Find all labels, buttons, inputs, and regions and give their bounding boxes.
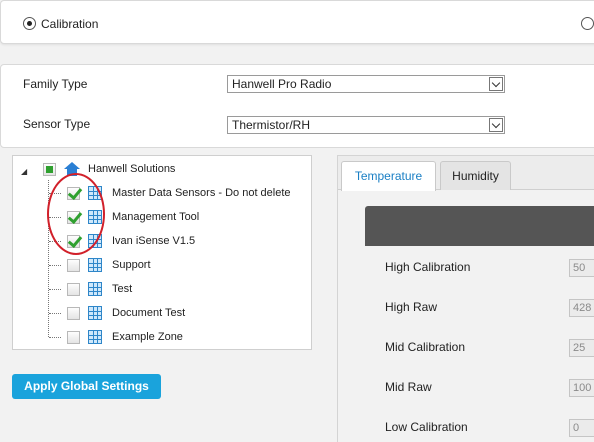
tree-item[interactable]: Support	[67, 256, 151, 274]
tree-root-item[interactable]: Hanwell Solutions	[43, 160, 175, 178]
calibration-page: Calibration Family Type Hanwell Pro Radi…	[0, 0, 594, 442]
tree-item[interactable]: Test	[67, 280, 132, 298]
sensor-type-select[interactable]: Thermistor/RH	[227, 116, 505, 134]
tree-item-label: Example Zone	[112, 331, 183, 343]
tree-item-label: Master Data Sensors - Do not delete	[112, 187, 291, 199]
chevron-down-icon[interactable]	[489, 77, 503, 91]
mid-calibration-label: Mid Calibration	[385, 340, 466, 354]
tree-item-label: Support	[112, 259, 151, 271]
root-checkbox[interactable]	[43, 162, 56, 176]
high-calibration-label: High Calibration	[385, 260, 471, 274]
family-type-select[interactable]: Hanwell Pro Radio	[227, 75, 505, 93]
calibration-radio-label[interactable]: Calibration	[41, 17, 98, 31]
annotation-circle	[47, 173, 105, 255]
tree-item[interactable]: Example Zone	[67, 328, 183, 346]
collapse-toggle-icon[interactable]: ◢	[21, 167, 27, 176]
item-checkbox[interactable]	[67, 282, 80, 296]
calibration-header-bar	[365, 206, 594, 246]
zone-grid-icon	[88, 330, 102, 344]
high-calibration-input[interactable]: 50	[569, 259, 594, 277]
tree-item-label: Management Tool	[112, 211, 200, 223]
item-checkbox[interactable]	[67, 258, 80, 272]
tree-item[interactable]: Document Test	[67, 304, 185, 322]
tree-item-label: Ivan iSense V1.5	[112, 235, 196, 247]
mid-raw-label: Mid Raw	[385, 380, 432, 394]
item-checkbox[interactable]	[67, 306, 80, 320]
sensor-type-value: Thermistor/RH	[232, 118, 311, 132]
calibration-panel: Temperature Humidity High Calibration 50…	[337, 155, 594, 442]
high-raw-input[interactable]: 428	[569, 299, 594, 317]
tree-root-label: Hanwell Solutions	[88, 163, 176, 175]
zone-grid-icon	[88, 258, 102, 272]
zone-grid-icon	[88, 306, 102, 320]
tree-item-label: Document Test	[112, 307, 186, 319]
family-type-value: Hanwell Pro Radio	[232, 77, 332, 91]
low-calibration-input[interactable]: 0	[569, 419, 594, 437]
mid-calibration-input[interactable]: 25	[569, 339, 594, 357]
mode-radio-bar: Calibration	[0, 0, 594, 44]
sensor-type-label: Sensor Type	[23, 117, 91, 131]
other-mode-radio[interactable]	[581, 17, 594, 30]
tab-temperature[interactable]: Temperature	[341, 161, 436, 191]
apply-global-settings-button[interactable]: Apply Global Settings	[12, 374, 161, 399]
mid-raw-input[interactable]: 100	[569, 379, 594, 397]
item-checkbox[interactable]	[67, 330, 80, 344]
tab-humidity[interactable]: Humidity	[440, 161, 511, 190]
zone-grid-icon	[88, 282, 102, 296]
type-select-panel: Family Type Hanwell Pro Radio Sensor Typ…	[0, 64, 594, 148]
chevron-down-icon[interactable]	[489, 118, 503, 132]
low-calibration-label: Low Calibration	[385, 420, 468, 434]
calibration-radio[interactable]	[23, 17, 36, 30]
tree-item-label: Test	[112, 283, 133, 295]
family-type-label: Family Type	[23, 77, 88, 91]
high-raw-label: High Raw	[385, 300, 438, 314]
